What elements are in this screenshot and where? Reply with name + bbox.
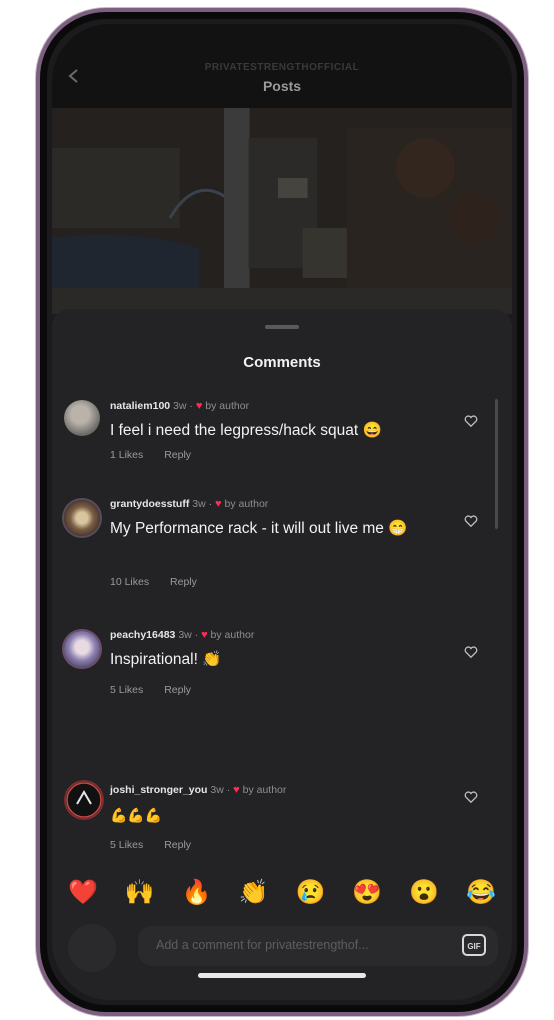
reaction-raised-hands[interactable]: 🙌 [125, 879, 155, 907]
reply-button[interactable]: Reply [164, 839, 191, 851]
gif-button[interactable]: GIF [462, 934, 486, 956]
comment-time: 3w [210, 784, 224, 796]
comment-text: Inspirational! 👏 [110, 651, 222, 668]
comment-username[interactable]: nataliem100 [110, 400, 170, 412]
author-tag: by author [210, 629, 255, 641]
comment-input-placeholder: Add a comment for privatestrengthof... [156, 938, 369, 952]
comment-actions: 5 Likes Reply [110, 684, 209, 696]
reply-button[interactable]: Reply [164, 449, 191, 461]
reply-button[interactable]: Reply [164, 684, 191, 696]
likes-count[interactable]: 10 Likes [110, 576, 149, 588]
reaction-heart-eyes[interactable]: 😍 [352, 879, 382, 907]
page-title: Posts [262, 78, 302, 94]
comment-actions: 10 Likes Reply [110, 576, 215, 588]
comment-meta: peachy16483 3w · ♥ by author [110, 629, 255, 641]
avatar[interactable] [64, 631, 100, 667]
account-name: PRIVATESTRENGTHOFFICIAL [204, 62, 360, 73]
heart-icon: ♥ [233, 784, 240, 796]
comment-actions: 5 Likes Reply [110, 839, 209, 851]
comment-time: 3w [192, 498, 206, 510]
comment-username[interactable]: peachy16483 [110, 629, 175, 641]
comment-time: 3w [178, 629, 192, 641]
current-user-avatar [68, 924, 116, 972]
drag-handle[interactable] [265, 325, 299, 329]
comment-meta: grantydoesstuff 3w · ♥ by author [110, 498, 269, 510]
avatar-logo-icon [66, 782, 102, 818]
comment-input[interactable]: Add a comment for privatestrengthof... G… [138, 926, 498, 966]
avatar[interactable] [64, 780, 104, 820]
screen: PRIVATESTRENGTHOFFICIAL Posts Comments n… [52, 24, 512, 1000]
reaction-fire[interactable]: 🔥 [182, 879, 212, 907]
post-image [52, 108, 512, 314]
reaction-crying[interactable]: 😢 [295, 879, 325, 907]
likes-count[interactable]: 5 Likes [110, 839, 143, 851]
comment-composer: Add a comment for privatestrengthof... G… [66, 924, 498, 976]
reaction-heart[interactable]: ❤️ [68, 879, 98, 907]
quick-reactions: ❤️ 🙌 🔥 👏 😢 😍 😮 😂 [68, 879, 496, 907]
comment-meta: nataliem100 3w · ♥ by author [110, 400, 250, 412]
comment-text: 💪💪💪 [110, 807, 163, 823]
like-heart-icon[interactable] [464, 790, 478, 804]
comment-time: 3w [173, 400, 187, 412]
like-heart-icon[interactable] [464, 645, 478, 659]
reaction-laughing[interactable]: 😂 [466, 879, 496, 907]
phone-frame: PRIVATESTRENGTHOFFICIAL Posts Comments n… [36, 8, 528, 1016]
reaction-clap[interactable]: 👏 [239, 879, 269, 907]
reply-button[interactable]: Reply [170, 576, 197, 588]
author-tag: by author [205, 400, 250, 412]
comment-username[interactable]: grantydoesstuff [110, 498, 189, 510]
likes-count[interactable]: 1 Likes [110, 449, 143, 461]
author-tag: by author [242, 784, 287, 796]
like-heart-icon[interactable] [464, 414, 478, 428]
home-indicator[interactable] [198, 973, 366, 978]
comment-text: I feel i need the legpress/hack squat 😄 [110, 422, 382, 439]
comments-title: Comments [243, 354, 321, 371]
avatar[interactable] [64, 500, 100, 536]
top-bar: PRIVATESTRENGTHOFFICIAL Posts [52, 24, 512, 108]
comment-text: My Performance rack - it will out live m… [110, 520, 408, 537]
like-heart-icon[interactable] [464, 514, 478, 528]
heart-icon: ♥ [215, 498, 222, 510]
comment-actions: 1 Likes Reply [110, 449, 209, 461]
comment-meta: joshi_stronger_you 3w · ♥ by author [110, 784, 287, 796]
comment-username[interactable]: joshi_stronger_you [110, 784, 207, 796]
heart-icon: ♥ [195, 400, 203, 412]
reaction-surprised[interactable]: 😮 [409, 879, 439, 907]
likes-count[interactable]: 5 Likes [110, 684, 143, 696]
heart-icon: ♥ [201, 629, 208, 641]
avatar[interactable] [64, 400, 100, 436]
scrollbar[interactable] [495, 399, 498, 529]
author-tag: by author [224, 498, 269, 510]
